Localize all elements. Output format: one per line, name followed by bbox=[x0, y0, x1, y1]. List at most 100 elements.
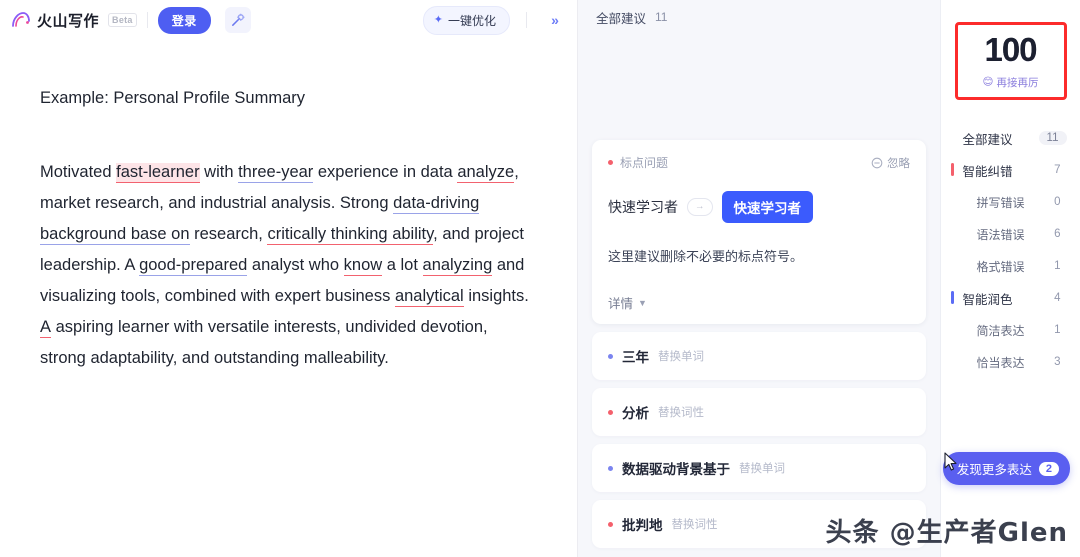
score-caption: 😊 再接再厉 bbox=[983, 75, 1039, 90]
suggestions-pane: 全部建议 11 标点问题 忽略 快速学习者 → 快速学习者 这里建议删除不必要的… bbox=[578, 0, 940, 557]
category-name: 格式错误 bbox=[976, 259, 1025, 274]
flagged-text-run[interactable]: analyzing bbox=[422, 255, 493, 276]
card-tag: 标点问题 bbox=[608, 154, 668, 171]
text-run: analyst who bbox=[247, 255, 344, 274]
toolbar-divider bbox=[146, 12, 148, 28]
suggestion-word: 分析 bbox=[622, 406, 649, 421]
volcano-logo-icon bbox=[10, 9, 32, 31]
beta-badge: Beta bbox=[108, 13, 137, 27]
flagged-text-run[interactable]: fast-learner bbox=[116, 162, 200, 183]
suggestions-list[interactable]: 标点问题 忽略 快速学习者 → 快速学习者 这里建议删除不必要的标点符号。 详情… bbox=[578, 34, 940, 557]
category-count: 1 bbox=[1054, 260, 1061, 272]
arrow-icon: → bbox=[687, 198, 713, 216]
explanation-text: 这里建议删除不必要的标点符号。 bbox=[608, 249, 804, 264]
category-row[interactable]: 恰当表达 3 bbox=[941, 346, 1080, 378]
category-count: 0 bbox=[1054, 196, 1061, 208]
suggestion-kind: 替换词性 bbox=[658, 407, 704, 419]
suggestion-kind: 替换单词 bbox=[658, 351, 704, 363]
category-name: 智能润色 bbox=[962, 292, 1013, 307]
active-suggestion-card[interactable]: 标点问题 忽略 快速学习者 → 快速学习者 这里建议删除不必要的标点符号。 详情… bbox=[592, 140, 926, 324]
issue-type-dot-icon bbox=[608, 465, 613, 471]
details-label: 详情 bbox=[608, 297, 634, 311]
category-count: 1 bbox=[1054, 324, 1061, 336]
more-button-badge: 2 bbox=[1038, 461, 1059, 476]
category-row[interactable]: 智能纠错 7 bbox=[941, 154, 1080, 186]
sparkle-icon: ✦ bbox=[433, 13, 443, 26]
category-color-bar-icon bbox=[950, 163, 954, 176]
category-count: 3 bbox=[1054, 356, 1061, 368]
category-row[interactable]: 智能润色 4 bbox=[941, 282, 1080, 314]
text-run: Motivated bbox=[40, 162, 117, 181]
suggestions-header-count: 11 bbox=[655, 10, 668, 24]
card-tag-label: 标点问题 bbox=[620, 156, 669, 170]
suggestion-word: 批判地 bbox=[622, 518, 663, 533]
ignore-label: 忽略 bbox=[887, 157, 910, 170]
ignore-button[interactable]: 忽略 bbox=[871, 155, 910, 171]
brand-name: 火山写作 bbox=[37, 12, 100, 30]
text-run: research, bbox=[189, 224, 268, 243]
suggestion-list-item[interactable]: 三年 替换单词 bbox=[592, 332, 926, 380]
issue-type-dot-icon bbox=[608, 160, 613, 165]
double-chevron-right-icon[interactable]: » bbox=[543, 8, 567, 32]
flagged-text-run[interactable]: analyze bbox=[457, 162, 515, 183]
category-row[interactable]: 语法错误 6 bbox=[941, 218, 1080, 250]
circle-minus-icon bbox=[871, 157, 883, 168]
apply-replacement-button[interactable]: 快速学习者 bbox=[721, 191, 813, 223]
details-toggle[interactable]: 详情 ▼ bbox=[608, 293, 910, 312]
category-name: 智能纠错 bbox=[962, 164, 1013, 179]
text-run: insights. bbox=[463, 286, 529, 305]
flagged-text-run[interactable]: analytical bbox=[394, 286, 464, 307]
flagged-text-run[interactable]: critically thinking ability bbox=[267, 224, 434, 245]
score-value: 100 bbox=[984, 30, 1037, 68]
suggestion-word: 数据驱动背景基于 bbox=[622, 462, 730, 477]
original-text: 快速学习者 bbox=[608, 199, 678, 215]
discover-more-expressions-button[interactable]: 发现更多表达 2 bbox=[942, 452, 1070, 485]
category-count: 11 bbox=[1038, 131, 1067, 145]
toolbar-divider-2 bbox=[526, 12, 527, 28]
login-button[interactable]: 登录 bbox=[157, 6, 211, 34]
suggestions-header: 全部建议 11 bbox=[578, 0, 940, 34]
flagged-text-run[interactable]: good-prepared bbox=[139, 255, 248, 276]
chevron-down-icon: ▼ bbox=[638, 297, 647, 308]
document-body[interactable]: Motivated fast-learner with three-year e… bbox=[40, 157, 537, 374]
issue-type-dot-icon bbox=[608, 353, 613, 359]
suggestion-word: 三年 bbox=[622, 350, 649, 365]
category-count: 7 bbox=[1054, 164, 1061, 176]
card-header-row: 标点问题 忽略 bbox=[608, 154, 910, 171]
suggestion-list-item[interactable]: 分析 替换词性 bbox=[592, 388, 926, 436]
category-name: 恰当表达 bbox=[976, 355, 1025, 370]
toolbar-right-group: ✦ 一键优化 » bbox=[422, 0, 567, 40]
document-title: Example: Personal Profile Summary bbox=[40, 89, 306, 107]
category-name: 语法错误 bbox=[976, 227, 1025, 242]
category-row[interactable]: 拼写错误 0 bbox=[941, 186, 1080, 218]
magic-wand-icon[interactable] bbox=[224, 7, 251, 33]
category-row[interactable]: 格式错误 1 bbox=[941, 250, 1080, 282]
category-list: 全部建议 11 智能纠错 7 拼写错误 0 语法错误 6 格式错误 1 智能润色 4 简洁表达 1 恰当表达… bbox=[941, 122, 1080, 378]
category-row[interactable]: 简洁表达 1 bbox=[941, 314, 1080, 346]
suggestions-header-label: 全部建议 bbox=[596, 11, 647, 26]
category-name: 全部建议 bbox=[962, 132, 1013, 147]
category-color-bar-icon bbox=[950, 291, 954, 304]
category-row[interactable]: 全部建议 11 bbox=[941, 122, 1080, 154]
text-run: a lot bbox=[382, 255, 423, 274]
optimize-label: 一键优化 bbox=[447, 13, 496, 28]
more-button-label: 发现更多表达 bbox=[956, 463, 1032, 477]
category-count: 4 bbox=[1054, 292, 1061, 304]
top-toolbar: 火山写作 Beta 登录 ✦ 一键优化 » bbox=[0, 0, 577, 40]
brand: 火山写作 Beta bbox=[10, 9, 137, 31]
text-run: aspiring learner with versatile interest… bbox=[40, 317, 488, 367]
category-count: 6 bbox=[1054, 228, 1061, 240]
category-name: 拼写错误 bbox=[976, 195, 1025, 210]
one-click-optimize-button[interactable]: ✦ 一键优化 bbox=[422, 5, 510, 35]
app-root: 火山写作 Beta 登录 ✦ 一键优化 » Example: Personal … bbox=[0, 0, 1080, 557]
flagged-text-run[interactable]: three-year bbox=[238, 162, 314, 183]
document-area[interactable]: Example: Personal Profile Summary Motiva… bbox=[0, 40, 577, 557]
text-run: with bbox=[199, 162, 239, 181]
score-card[interactable]: 100 😊 再接再厉 bbox=[954, 22, 1067, 100]
suggestion-list-item[interactable]: 数据驱动背景基于 替换单词 bbox=[592, 444, 926, 492]
flagged-text-run[interactable]: know bbox=[343, 255, 383, 276]
replacement-row: 快速学习者 → 快速学习者 bbox=[608, 191, 910, 223]
issue-type-dot-icon bbox=[608, 409, 613, 415]
watermark: 头条 @生产者Glen bbox=[825, 518, 1068, 548]
flagged-text-run[interactable]: A bbox=[40, 317, 52, 338]
